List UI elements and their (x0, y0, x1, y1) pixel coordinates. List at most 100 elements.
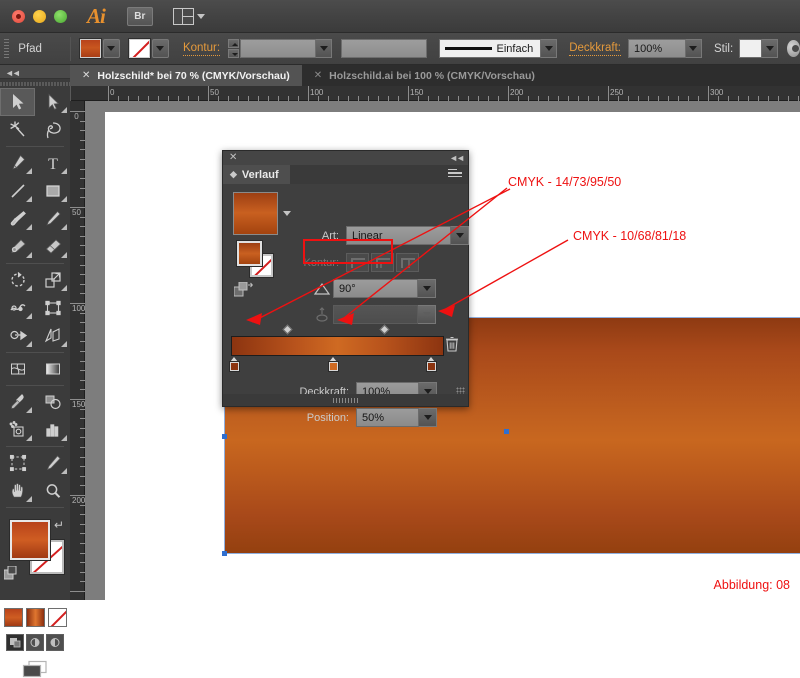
gradient-midpoint-marker[interactable] (379, 324, 390, 335)
stroke-weight-control[interactable] (228, 39, 333, 58)
blend-tool[interactable] (35, 388, 70, 416)
gear-icon[interactable] (787, 40, 800, 57)
opacity-label[interactable]: Deckkraft: (569, 42, 621, 56)
gradient-preview-swatch[interactable] (233, 192, 278, 235)
magic-wand-tool[interactable] (0, 116, 35, 144)
mesh-tool[interactable] (0, 355, 35, 383)
gradient-panel[interactable]: ✕ ◄◄ ◆ Verlauf Art: Linear Kontur: 90° D… (222, 150, 469, 427)
brush-definition-dropdown[interactable] (541, 39, 558, 58)
rotate-tool[interactable] (0, 266, 35, 294)
pen-tool[interactable] (0, 149, 35, 177)
window-controls[interactable] (12, 9, 67, 23)
slice-tool[interactable] (35, 449, 70, 477)
graphic-style-dropdown[interactable] (762, 39, 779, 58)
rectangle-tool[interactable] (35, 177, 70, 205)
fill-color-indicator[interactable] (9, 519, 51, 561)
stop-position-dropdown[interactable] (419, 408, 437, 427)
selection-handle[interactable] (222, 434, 227, 439)
stroke-weight-field[interactable] (240, 39, 317, 58)
zoom-tool[interactable] (35, 477, 70, 505)
stroke-swatch-control[interactable] (127, 38, 169, 59)
close-window-button[interactable] (12, 9, 25, 23)
symbol-sprayer-tool[interactable] (0, 416, 35, 444)
selection-tool[interactable] (0, 88, 35, 116)
gradient-type-dropdown[interactable] (451, 226, 469, 245)
draw-normal-button[interactable] (6, 634, 24, 651)
close-icon[interactable]: ✕ (82, 70, 90, 81)
document-tab-holzschild-100[interactable]: ✕ Holzschild.ai bei 100 % (CMYK/Vorschau… (301, 65, 547, 86)
none-mode-button[interactable] (47, 608, 67, 627)
close-icon[interactable]: ✕ (314, 70, 322, 81)
line-segment-tool[interactable] (0, 177, 35, 205)
fill-dropdown-button[interactable] (102, 39, 120, 58)
gradient-stop-right[interactable] (426, 357, 437, 372)
gradient-aspect-dropdown[interactable] (418, 305, 436, 324)
bridge-button[interactable]: Br (126, 6, 153, 26)
selection-handle[interactable] (222, 551, 227, 556)
gradient-mode-button[interactable] (25, 608, 45, 627)
paintbrush-tool[interactable] (0, 205, 35, 233)
gradient-angle-field[interactable]: 90° (333, 279, 418, 298)
type-tool[interactable]: T (35, 149, 70, 177)
control-bar-grip[interactable] (4, 38, 10, 59)
panel-tab-verlauf[interactable]: ◆ Verlauf (223, 165, 290, 184)
stroke-profile-field[interactable] (341, 39, 428, 58)
gradient-midpoint-marker[interactable] (282, 324, 293, 335)
tools-panel-grip[interactable] (0, 79, 70, 88)
stroke-apply-across-button[interactable] (396, 253, 419, 272)
gradient-stop-middle[interactable] (328, 357, 339, 372)
color-mode-button[interactable] (3, 608, 23, 627)
stroke-weight-stepper[interactable] (228, 39, 240, 58)
default-fill-stroke-icon[interactable] (3, 565, 18, 580)
brush-definition-field[interactable]: Einfach (439, 39, 542, 58)
opacity-control[interactable]: 100% (627, 39, 702, 58)
reverse-gradient-icon[interactable] (233, 281, 254, 297)
vertical-ruler[interactable]: 0 50 100 150 200 (70, 101, 85, 600)
stroke-none-swatch[interactable] (127, 38, 151, 59)
chevron-down-icon[interactable] (283, 211, 291, 216)
minimize-window-button[interactable] (33, 9, 46, 23)
fill-swatch-control[interactable] (78, 38, 120, 59)
direct-selection-tool[interactable] (35, 88, 70, 116)
gradient-slider-bar[interactable] (231, 336, 444, 356)
eyedropper-tool[interactable] (0, 388, 35, 416)
tools-panel-header[interactable]: ◄◄ (0, 65, 70, 79)
draw-behind-button[interactable] (26, 634, 44, 651)
zoom-window-button[interactable] (54, 9, 67, 23)
width-tool[interactable] (0, 294, 35, 322)
stroke-label[interactable]: Kontur: (182, 42, 221, 56)
artboard-tool[interactable] (0, 449, 35, 477)
collapse-panel-icon[interactable]: ◄◄ (449, 153, 465, 163)
lasso-tool[interactable] (35, 116, 70, 144)
draw-inside-button[interactable] (46, 634, 64, 651)
blob-brush-tool[interactable] (0, 233, 35, 261)
gradient-fill-swatch[interactable] (236, 240, 263, 267)
stop-position-field[interactable]: 50% (356, 408, 419, 427)
close-icon[interactable]: ✕ (229, 152, 237, 163)
perspective-grid-tool[interactable] (35, 322, 70, 350)
gradient-aspect-field[interactable] (333, 305, 418, 324)
collapse-panel-icon[interactable]: ◄◄ (5, 68, 21, 78)
hand-tool[interactable] (0, 477, 35, 505)
shape-builder-tool[interactable] (0, 322, 35, 350)
gradient-tool[interactable] (35, 355, 70, 383)
panel-title-bar[interactable]: ✕ ◄◄ (223, 151, 468, 165)
fill-color-swatch[interactable] (78, 38, 102, 59)
graphic-style-field[interactable] (739, 39, 763, 58)
opacity-dropdown[interactable] (685, 39, 702, 58)
horizontal-ruler[interactable]: 0 50 100 150 200 250 300 (70, 86, 800, 101)
pencil-tool[interactable] (35, 205, 70, 233)
stroke-dropdown-button[interactable] (151, 39, 169, 58)
graphic-style-control[interactable] (739, 39, 779, 58)
gradient-center-anchor[interactable] (504, 429, 509, 434)
panel-menu-icon[interactable] (448, 169, 462, 180)
document-tab-holzschild-70[interactable]: ✕ Holzschild* bei 70 % (CMYK/Vorschau) (70, 65, 302, 86)
change-screen-mode-icon[interactable] (22, 660, 48, 678)
free-transform-tool[interactable] (35, 294, 70, 322)
opacity-field[interactable]: 100% (627, 39, 686, 58)
gradient-stop-left[interactable] (229, 357, 240, 372)
arrange-documents-button[interactable] (172, 7, 205, 25)
delete-gradient-stop-icon[interactable] (445, 336, 459, 352)
column-graph-tool[interactable] (35, 416, 70, 444)
stroke-weight-dropdown[interactable] (316, 39, 333, 58)
